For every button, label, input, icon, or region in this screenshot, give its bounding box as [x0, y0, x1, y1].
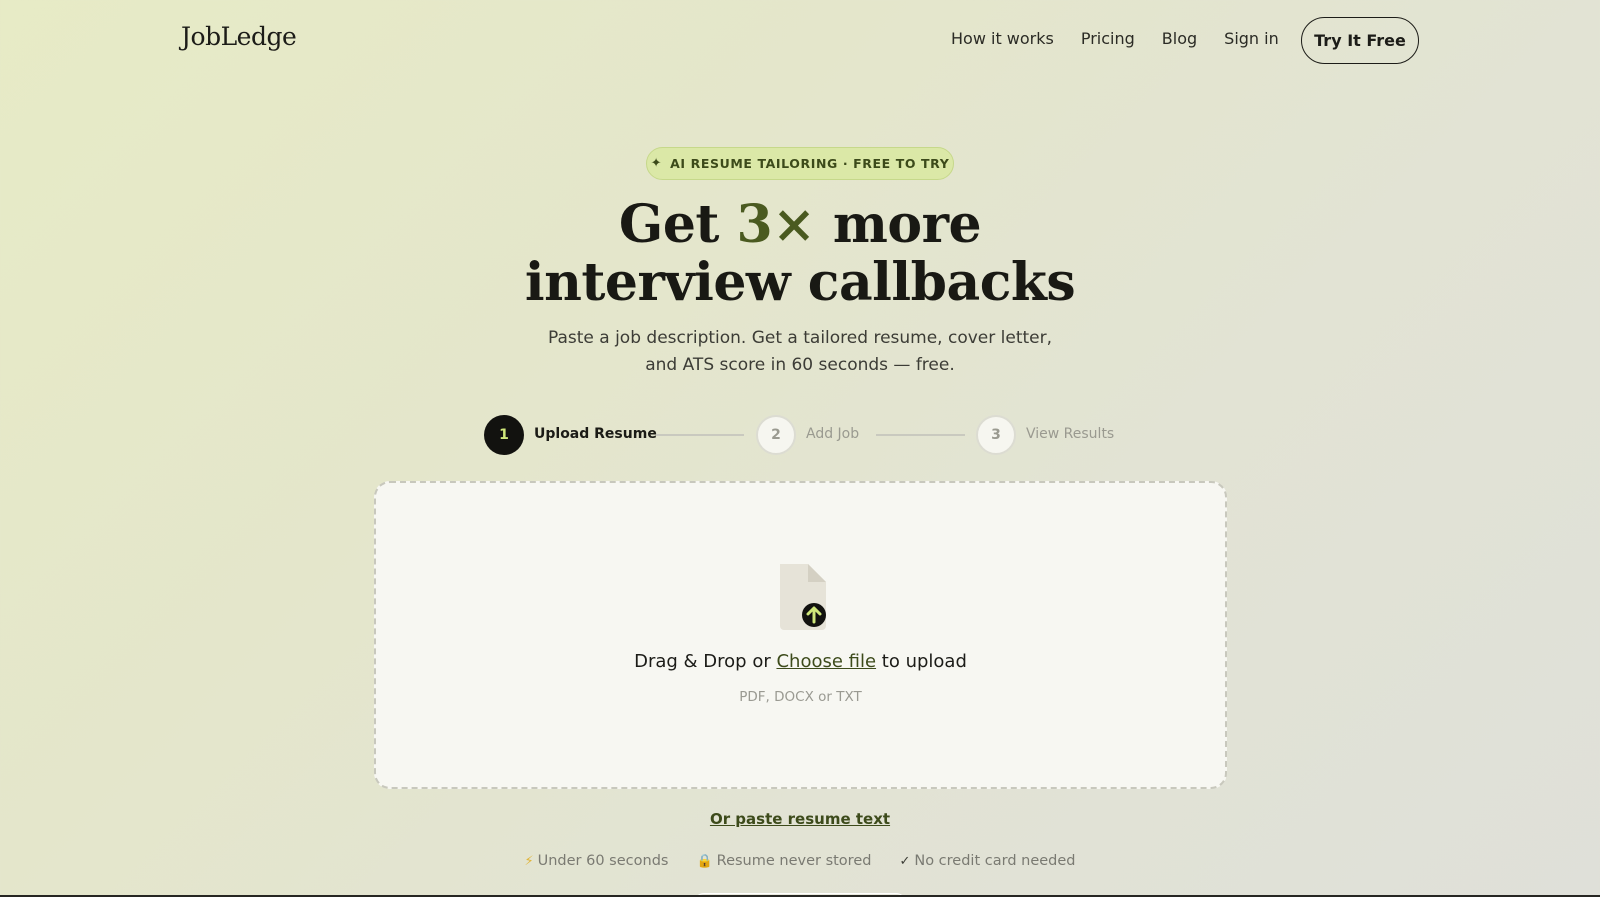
step-1-label: Upload Resume — [534, 426, 657, 442]
step-connector — [876, 434, 965, 436]
brand-logo[interactable]: JobLedge — [181, 22, 297, 51]
nav-links: How it works Pricing Blog Sign in — [951, 29, 1306, 48]
step-2-label: Add Job — [806, 426, 860, 442]
lock-icon: 🔒 — [696, 853, 713, 869]
drop-suffix: to upload — [876, 651, 967, 672]
nav-link-pricing[interactable]: Pricing — [1081, 29, 1135, 48]
trust-item-privacy: 🔒 Resume never stored — [696, 853, 871, 869]
check-icon: ✓ — [899, 853, 911, 869]
trust-privacy-text: Resume never stored — [716, 853, 872, 869]
trust-speed-text: Under 60 seconds — [537, 853, 669, 869]
headline-post: more — [815, 194, 982, 255]
choose-file-link[interactable]: Choose file — [776, 651, 876, 672]
subhead-line1: Paste a job description. Get a tailored … — [547, 328, 1053, 348]
try-it-free-button[interactable]: Try It Free — [1301, 17, 1419, 64]
trust-item-speed: ⚡ Under 60 seconds — [524, 853, 668, 869]
nav-link-how-it-works[interactable]: How it works — [951, 29, 1054, 48]
nav-link-blog[interactable]: Blog — [1162, 29, 1197, 48]
paste-resume-row: Or paste resume text — [0, 810, 1600, 828]
dropzone-instructions: Drag & Drop or Choose file to upload — [376, 651, 1225, 672]
accepted-formats: PDF, DOCX or TXT — [739, 689, 862, 705]
progress-steps: 1 Upload Resume 2 Add Job 3 View Results — [484, 415, 1124, 455]
top-nav: JobLedge How it works Pricing Blog Sign … — [0, 0, 1600, 80]
hero-subheading: Paste a job description. Get a tailored … — [0, 325, 1600, 379]
step-3-label: View Results — [1026, 426, 1115, 442]
file-upload-icon — [780, 564, 826, 630]
badge-text: AI RESUME TAILORING · FREE TO TRY — [670, 156, 950, 171]
hero-headline: Get 3× more interview callbacks — [0, 196, 1600, 312]
trust-item-no-card: ✓ No credit card needed — [899, 853, 1075, 869]
step-2-circle: 2 — [756, 415, 796, 455]
trust-badges: ⚡ Under 60 seconds 🔒 Resume never stored… — [0, 853, 1600, 869]
step-connector — [656, 434, 744, 436]
headline-accent: 3× — [736, 194, 816, 255]
nav-link-sign-in[interactable]: Sign in — [1224, 29, 1279, 48]
feature-badge: ✦ AI RESUME TAILORING · FREE TO TRY — [646, 147, 954, 180]
lightning-icon: ⚡ — [524, 853, 534, 869]
headline-pre: Get — [618, 194, 737, 255]
paste-resume-text-link[interactable]: Or paste resume text — [710, 810, 890, 828]
drop-prefix: Drag & Drop or — [634, 651, 777, 672]
step-3-circle: 3 — [976, 415, 1016, 455]
sparkle-icon: ✦ — [650, 156, 663, 171]
subhead-line2: and ATS score in 60 seconds — free. — [645, 355, 955, 375]
resume-dropzone[interactable]: Drag & Drop or Choose file to upload PDF… — [374, 481, 1227, 789]
headline-line2: interview callbacks — [524, 252, 1076, 313]
step-1-circle: 1 — [484, 415, 524, 455]
trust-no-card-text: No credit card needed — [914, 853, 1076, 869]
